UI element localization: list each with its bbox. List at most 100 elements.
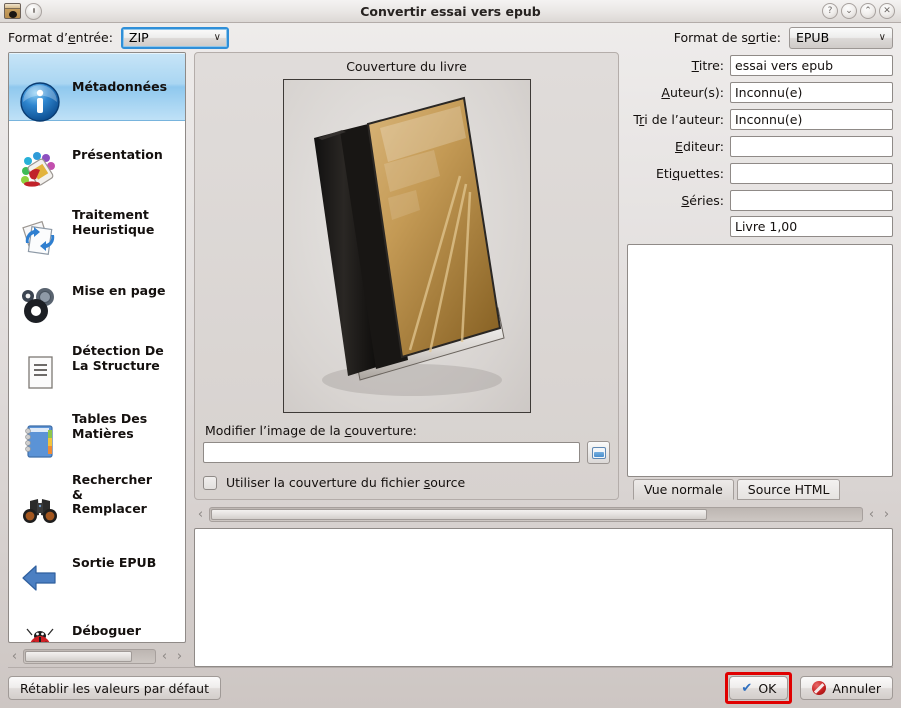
publisher-input[interactable] xyxy=(730,135,893,157)
conversion-log-box[interactable] xyxy=(194,528,893,667)
format-bar: Format d’entrée: ZIP ∨ Format de sortie:… xyxy=(0,23,901,52)
output-format-value: EPUB xyxy=(796,30,830,45)
minimize-icon[interactable]: ⌄ xyxy=(841,3,857,19)
ladybug-icon xyxy=(17,608,63,642)
help-icon[interactable]: ? xyxy=(822,3,838,19)
use-source-cover-label: Utiliser la couverture du fichier source xyxy=(226,475,466,490)
tags-input[interactable] xyxy=(730,162,893,184)
book-cover-group: Couverture du livre Modifier l’image de … xyxy=(194,52,619,500)
paint-bucket-icon xyxy=(17,132,63,187)
authors-input[interactable]: Inconnu(e) xyxy=(730,81,893,103)
refresh-page-icon xyxy=(17,200,63,255)
titlebar: Convertir essai vers epub ? ⌄ ⌃ ✕ xyxy=(0,0,901,23)
series-index-input[interactable]: Livre 1,00 xyxy=(730,216,893,237)
authors-field-row: Auteur(s): Inconnu(e) xyxy=(627,81,893,103)
sidebar-item-label: Mise en page xyxy=(72,282,166,298)
sidebar-item-metadata[interactable]: Métadonnées xyxy=(9,53,185,122)
scroll-left-step-icon[interactable]: ‹ xyxy=(158,650,171,663)
metadata-panel: Couverture du livre Modifier l’image de … xyxy=(194,52,893,500)
sidebar-item-search-and-replace[interactable]: Rechercher & Remplacer xyxy=(9,461,185,529)
author-sort-input[interactable]: Inconnu(e) xyxy=(730,108,893,130)
window-menu-button[interactable] xyxy=(25,2,42,20)
scroll-left-arrow-icon[interactable]: ‹ xyxy=(8,650,21,663)
gears-icon xyxy=(17,268,63,323)
tags-field-row: Etiquettes: xyxy=(627,162,893,184)
sidebar-item-label: Détection De La Structure xyxy=(72,343,164,373)
sidebar-item-label: Tables Des Matières xyxy=(72,411,148,441)
publisher-label: Editeur: xyxy=(675,138,724,154)
series-field-row: Séries: xyxy=(627,189,893,211)
ok-button[interactable]: ✔ OK xyxy=(729,676,789,700)
convert-dialog-window: Convertir essai vers epub ? ⌄ ⌃ ✕ Format… xyxy=(0,0,901,708)
document-lines-icon xyxy=(17,336,63,389)
book-app-icon xyxy=(4,3,21,19)
browse-cover-button[interactable] xyxy=(587,441,610,464)
sidebar-item-label: Rechercher & Remplacer xyxy=(72,471,153,517)
close-icon[interactable]: ✕ xyxy=(879,3,895,19)
scroll-right-step-icon[interactable]: › xyxy=(880,508,893,521)
comments-editor[interactable] xyxy=(627,244,893,477)
dialog-body: Métadonnées Présentation Traitement Heur… xyxy=(0,52,901,667)
sidebar-scroll-track[interactable] xyxy=(23,649,156,664)
settings-sidebar[interactable]: Métadonnées Présentation Traitement Heur… xyxy=(8,52,186,643)
scroll-left-arrow-icon[interactable]: ‹ xyxy=(194,508,207,521)
title-field-row: Titre: essai vers epub xyxy=(627,54,893,76)
sidebar-item-heuristic-processing[interactable]: Traitement Heuristique xyxy=(9,189,185,257)
use-source-cover-checkbox[interactable] xyxy=(203,475,217,490)
titlebar-window-buttons: ? ⌄ ⌃ ✕ xyxy=(822,3,901,19)
sidebar-item-epub-output[interactable]: Sortie EPUB xyxy=(9,529,185,597)
content-horizontal-scrollbar[interactable]: ‹ ‹ › xyxy=(194,504,893,525)
info-icon xyxy=(17,64,63,122)
series-input[interactable] xyxy=(730,189,893,211)
sidebar-horizontal-scrollbar[interactable]: ‹ ‹ › xyxy=(8,643,186,667)
ok-button-label: OK xyxy=(758,680,777,696)
tab-normal-view[interactable]: Vue normale xyxy=(633,479,734,500)
titlebar-left-controls xyxy=(0,2,42,20)
binoculars-icon xyxy=(17,472,63,523)
use-source-cover-row[interactable]: Utiliser la couverture du fichier source xyxy=(203,475,610,490)
comments-view-tabs: Vue normale Source HTML xyxy=(627,479,893,500)
sidebar-item-label: Métadonnées xyxy=(72,78,168,94)
restore-defaults-button[interactable]: Rétablir les valeurs par défaut xyxy=(8,676,222,700)
dialog-footer: Rétablir les valeurs par défaut ✔ OK Ann… xyxy=(0,668,901,708)
publisher-field-row: Editeur: xyxy=(627,135,893,157)
cancel-icon xyxy=(812,681,827,695)
change-cover-label: Modifier l’image de la couverture: xyxy=(205,423,417,438)
tags-label: Etiquettes: xyxy=(655,165,724,181)
sidebar-item-label: Déboguer xyxy=(72,622,141,638)
book-cover-thumbnail[interactable] xyxy=(282,79,531,413)
sidebar-wrapper: Métadonnées Présentation Traitement Heur… xyxy=(8,52,186,667)
author-sort-label: Tri de l’auteur: xyxy=(633,111,724,127)
sidebar-item-debug[interactable]: Déboguer xyxy=(9,597,185,642)
sidebar-item-table-of-contents[interactable]: Tables Des Matières xyxy=(9,393,185,461)
tab-html-source[interactable]: Source HTML xyxy=(736,479,841,500)
sidebar-item-label: Sortie EPUB xyxy=(72,554,157,570)
cancel-button[interactable]: Annuler xyxy=(800,676,893,700)
series-index-row: Livre 1,00 xyxy=(627,216,893,237)
sidebar-scroll-thumb[interactable] xyxy=(25,651,133,662)
cancel-button-label: Annuler xyxy=(832,680,881,696)
sidebar-item-look-and-feel[interactable]: Présentation xyxy=(9,121,185,189)
scroll-right-step-icon[interactable]: › xyxy=(173,650,186,663)
title-input[interactable]: essai vers epub xyxy=(730,54,893,76)
series-label: Séries: xyxy=(681,192,724,208)
window-title: Convertir essai vers epub xyxy=(360,3,541,19)
notebook-icon xyxy=(17,404,63,458)
check-icon: ✔ xyxy=(741,680,753,696)
maximize-icon[interactable]: ⌃ xyxy=(860,3,876,19)
settings-content: Couverture du livre Modifier l’image de … xyxy=(194,52,893,667)
output-format-label: Format de sortie: xyxy=(673,30,781,45)
title-label: Titre: xyxy=(691,57,724,73)
metadata-fields-column: Titre: essai vers epub Auteur(s): Inconn… xyxy=(627,52,893,500)
sidebar-item-label: Traitement Heuristique xyxy=(72,207,155,237)
sidebar-item-page-setup[interactable]: Mise en page xyxy=(9,257,185,325)
content-scroll-thumb[interactable] xyxy=(211,509,707,520)
content-scroll-track[interactable] xyxy=(209,507,863,522)
cover-path-input[interactable] xyxy=(203,442,580,463)
book-cover-group-title: Couverture du livre xyxy=(346,59,467,74)
scroll-left-step-icon[interactable]: ‹ xyxy=(865,508,878,521)
input-format-combo[interactable]: ZIP ∨ xyxy=(120,26,229,49)
input-format-value: ZIP xyxy=(128,30,149,45)
sidebar-item-structure-detection[interactable]: Détection De La Structure xyxy=(9,325,185,393)
output-format-combo[interactable]: EPUB ∨ xyxy=(789,26,893,49)
